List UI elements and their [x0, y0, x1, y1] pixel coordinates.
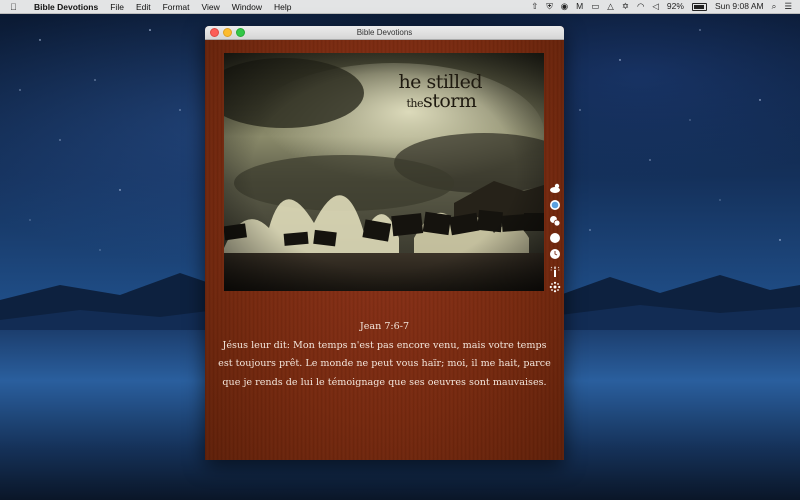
m-app-icon[interactable]: M [576, 0, 583, 13]
menu-help[interactable]: Help [274, 2, 291, 12]
menu-view[interactable]: View [202, 2, 220, 12]
upload-icon[interactable]: ⇧ [531, 0, 538, 13]
clock[interactable]: Sun 9:08 AM [715, 0, 764, 13]
circle-filled-icon[interactable] [549, 199, 561, 211]
airplay-icon[interactable]: △ [607, 0, 614, 13]
chat-bubbles-icon[interactable] [549, 215, 561, 227]
monitor-icon[interactable]: ▭ [591, 0, 599, 13]
bluetooth-icon[interactable]: ✡ [622, 0, 629, 13]
window-content: he stilled thestorm Jean 7:6-7 Jésus leu… [205, 40, 564, 460]
image-caption: he stilled thestorm [398, 73, 482, 111]
white-circle-icon[interactable] [549, 232, 561, 244]
verse-text: Jésus leur dit: Mon temps n'est pas enco… [218, 339, 551, 388]
battery-percent: 92% [666, 1, 684, 11]
app-window: Bible Devotions he stilled thestorm Jean… [205, 26, 564, 460]
verse-block: Jean 7:6-7 Jésus leur dit: Mon temps n'e… [215, 318, 554, 392]
cloud-sun-icon[interactable] [549, 182, 561, 194]
side-toolbar [548, 182, 562, 293]
status-area: ⇧ ⛨ ◉ M ▭ △ ✡ ◠ ◁ 92% Sun 9:08 AM ⌕ ☰ [531, 0, 792, 13]
spotlight-icon[interactable]: ⌕ [772, 0, 777, 13]
settings-icon[interactable] [549, 281, 561, 293]
volume-icon[interactable]: ◁ [652, 0, 659, 13]
wifi-icon[interactable]: ◠ [637, 0, 644, 13]
battery-icon[interactable] [691, 2, 707, 11]
close-button[interactable] [210, 28, 219, 37]
verse-reference: Jean 7:6-7 [359, 321, 410, 332]
menu-format[interactable]: Format [163, 2, 190, 12]
devotion-image: he stilled thestorm [224, 53, 544, 291]
menu-window[interactable]: Window [232, 2, 262, 12]
disk-icon[interactable]: ◉ [561, 0, 568, 13]
storm-illustration [224, 53, 544, 291]
menu-edit[interactable]: Edit [136, 2, 151, 12]
caption-word-storm: storm [422, 90, 477, 112]
minimize-button[interactable] [223, 28, 232, 37]
title-bar[interactable]: Bible Devotions [205, 26, 564, 40]
caption-word-he: he [398, 71, 421, 93]
app-menu[interactable]: Bible Devotions [34, 2, 98, 12]
caption-word-the: the [406, 97, 423, 110]
candle-icon[interactable] [549, 265, 561, 277]
apple-menu-icon[interactable]:  [10, 2, 24, 12]
zoom-button[interactable] [236, 28, 245, 37]
clock-icon[interactable] [549, 248, 561, 260]
window-title: Bible Devotions [356, 28, 413, 37]
menu-file[interactable]: File [110, 2, 124, 12]
shield-icon[interactable]: ⛨ [546, 0, 552, 13]
notification-center-icon[interactable]: ☰ [784, 0, 792, 13]
menu-bar:  Bible Devotions File Edit Format View … [0, 0, 800, 14]
